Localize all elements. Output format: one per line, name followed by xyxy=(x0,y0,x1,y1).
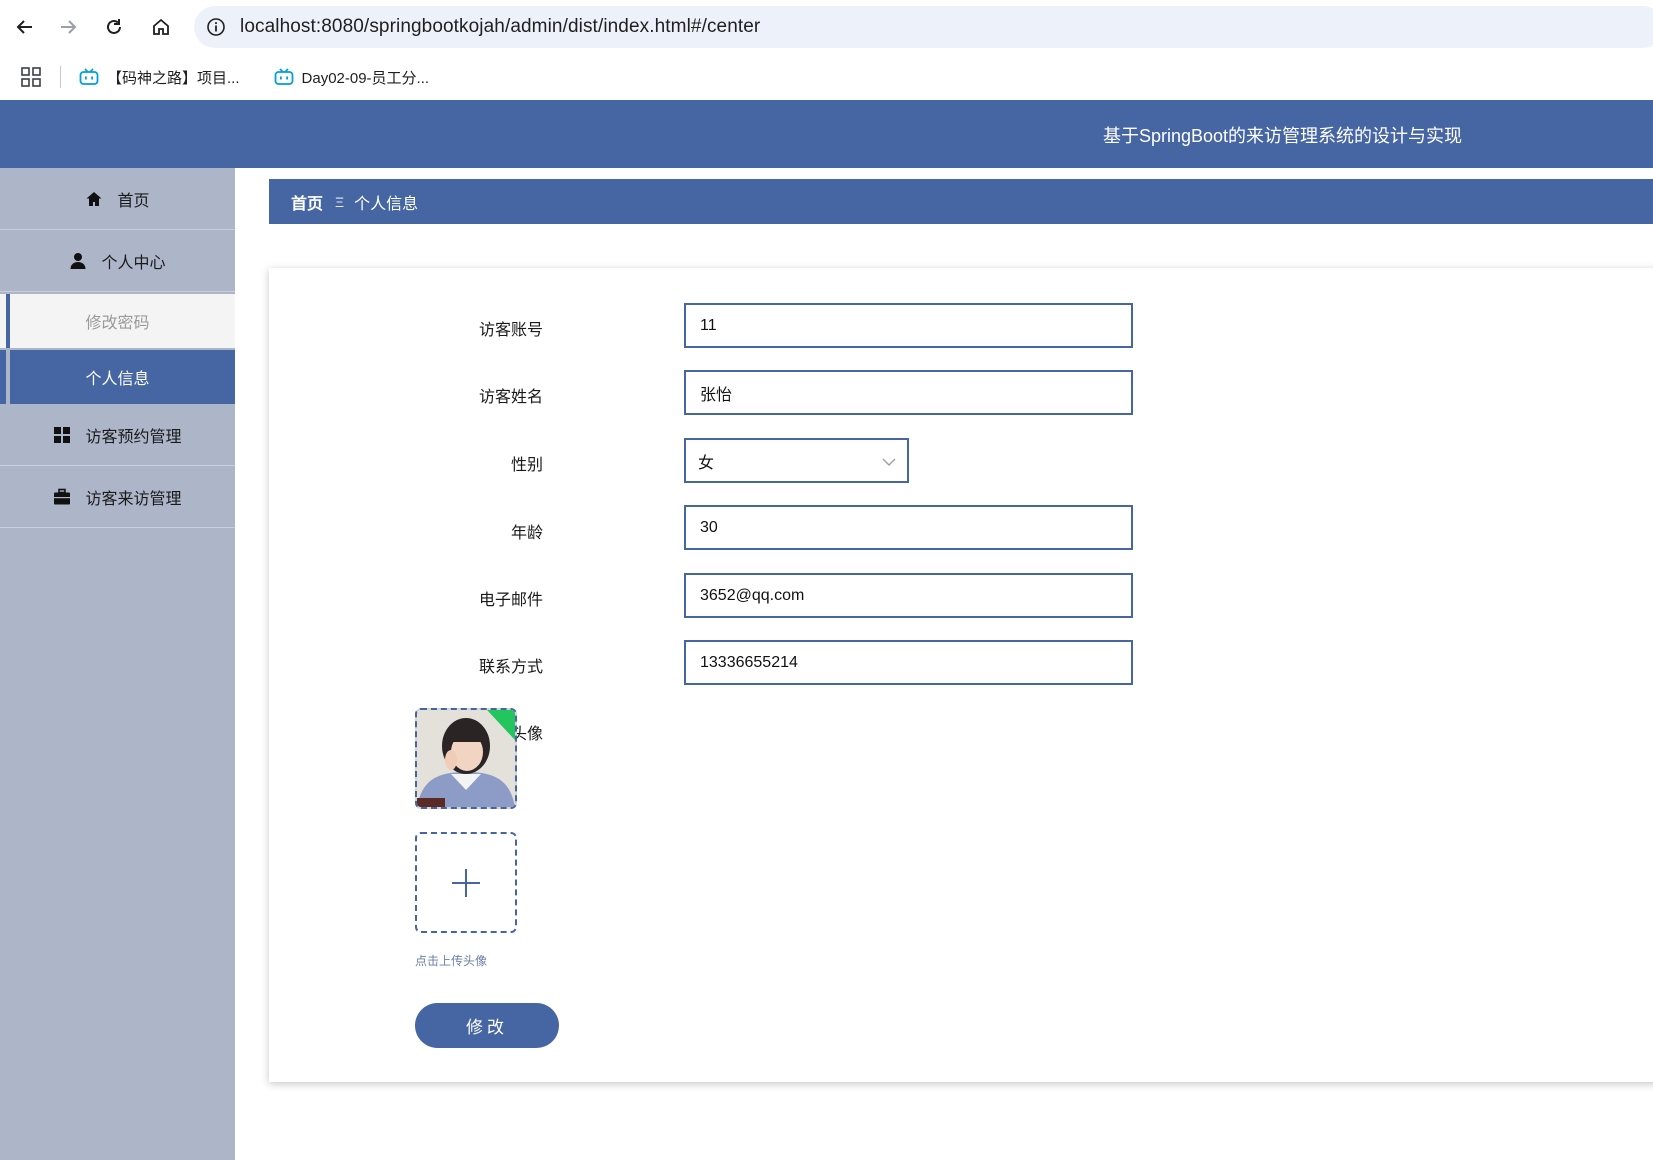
user-icon xyxy=(70,252,86,269)
reload-button[interactable] xyxy=(97,10,131,44)
bilibili-icon xyxy=(274,68,293,85)
email-label: 电子邮件 xyxy=(478,592,543,609)
home-icon xyxy=(86,191,102,206)
sidebar-item-label: 访客来访管理 xyxy=(85,490,182,508)
bookmark-item[interactable]: Day02-09-员工分... xyxy=(274,67,430,88)
gender-label: 性别 xyxy=(510,457,543,474)
bookmarks-bar: 【码神之路】项目... Day02-09-员工分... xyxy=(0,54,1653,100)
email-input[interactable]: 3652@qq.com xyxy=(684,573,1133,618)
apps-grid-icon[interactable] xyxy=(20,66,42,88)
sidebar-item-personal-center[interactable]: 个人中心 xyxy=(0,230,235,292)
sidebar-subitem-label: 个人信息 xyxy=(85,371,150,388)
breadcrumb-separator: Ξ xyxy=(335,193,345,210)
browser-toolbar: localhost:8080/springbootkojah/admin/dis… xyxy=(0,0,1653,54)
account-input[interactable]: 11 xyxy=(684,303,1133,348)
age-label: 年龄 xyxy=(510,525,543,542)
back-arrow-icon xyxy=(16,20,32,34)
sidebar-item-label: 个人中心 xyxy=(101,254,166,272)
chevron-down-icon xyxy=(882,458,896,466)
submit-button[interactable]: 修改 xyxy=(415,1003,559,1048)
back-button[interactable] xyxy=(8,10,42,44)
bookmark-label: Day02-09-员工分... xyxy=(301,69,430,87)
sidebar-subitem-label: 修改密码 xyxy=(85,315,150,332)
sidebar-item-label: 访客预约管理 xyxy=(85,428,182,446)
sidebar-item-visitor-appointments[interactable]: 访客预约管理 xyxy=(0,404,235,466)
avatar-image xyxy=(417,710,515,807)
forward-button[interactable] xyxy=(51,10,85,44)
account-label: 访客账号 xyxy=(478,322,543,339)
breadcrumb: 首页 Ξ 个人信息 xyxy=(269,179,1653,224)
site-info-icon[interactable] xyxy=(206,17,226,37)
address-bar[interactable]: localhost:8080/springbootkojah/admin/dis… xyxy=(194,6,1653,48)
bookmark-item[interactable]: 【码神之路】项目... xyxy=(79,67,240,88)
bookmarks-divider xyxy=(60,66,61,88)
bilibili-icon xyxy=(79,68,99,85)
url-text[interactable]: localhost:8080/springbootkojah/admin/dis… xyxy=(240,16,760,38)
phone-label: 联系方式 xyxy=(478,659,543,676)
breadcrumb-current: 个人信息 xyxy=(354,195,419,213)
phone-input[interactable]: 13336655214 xyxy=(684,640,1133,685)
name-label: 访客姓名 xyxy=(478,389,543,406)
plus-icon xyxy=(452,868,480,897)
gender-select-value: 女 xyxy=(698,454,715,472)
sidebar-subitem-personal-info[interactable]: 个人信息 xyxy=(0,350,235,404)
breadcrumb-home[interactable]: 首页 xyxy=(291,190,323,214)
age-input[interactable]: 30 xyxy=(684,505,1133,550)
gender-select[interactable]: 女 xyxy=(684,438,909,483)
sidebar: 首页 个人中心 修改密码 个人信息 访客预约管理 访客来访管理 xyxy=(0,168,235,1160)
avatar-upload-button[interactable] xyxy=(415,832,517,933)
app-title: 基于SpringBoot的来访管理系统的设计与实现 xyxy=(1103,126,1463,146)
name-input[interactable]: 张怡 xyxy=(684,370,1133,415)
forward-arrow-icon xyxy=(61,20,77,34)
avatar-preview[interactable] xyxy=(415,708,517,809)
browser-home-icon xyxy=(153,18,169,35)
sidebar-item-label: 首页 xyxy=(117,192,150,210)
home-button[interactable] xyxy=(144,10,178,44)
bookmark-label: 【码神之路】项目... xyxy=(107,69,240,87)
reload-icon xyxy=(107,19,121,34)
briefcase-icon xyxy=(54,488,71,504)
sidebar-item-home[interactable]: 首页 xyxy=(0,168,235,230)
sidebar-subitem-change-password[interactable]: 修改密码 xyxy=(0,294,235,348)
app-header: 基于SpringBoot的来访管理系统的设计与实现 xyxy=(0,100,1653,168)
grid-icon xyxy=(54,426,71,443)
upload-hint: 点击上传头像 xyxy=(415,954,488,968)
sidebar-item-visitor-visits[interactable]: 访客来访管理 xyxy=(0,466,235,528)
